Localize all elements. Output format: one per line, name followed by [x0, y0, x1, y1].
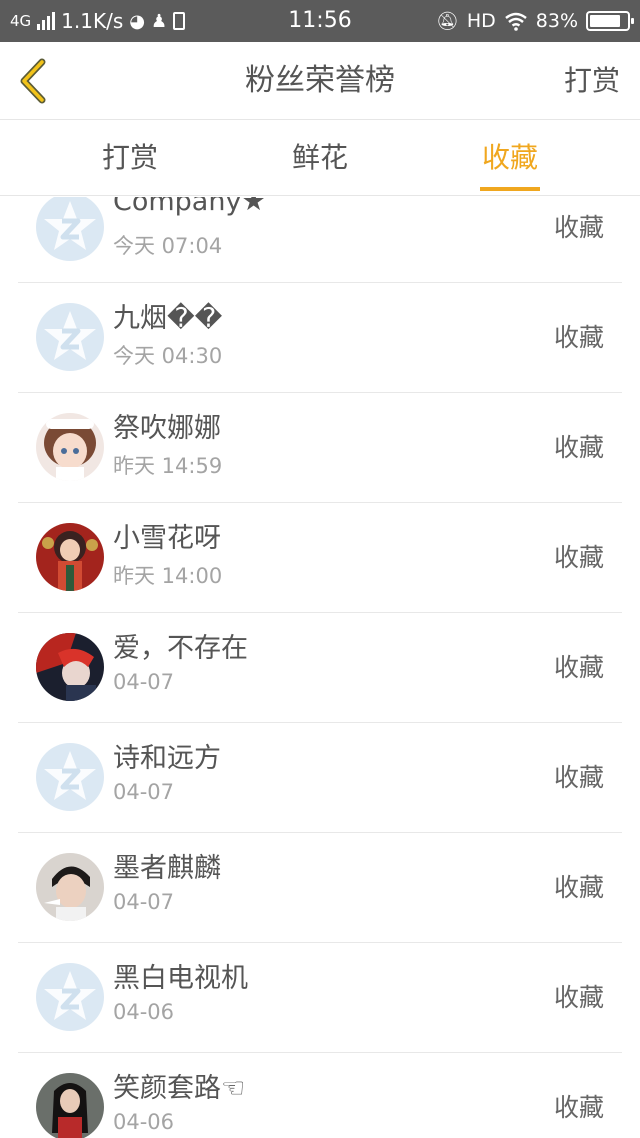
hd-indicator: HD	[466, 10, 496, 32]
title-bar: 粉丝荣誉榜 打赏	[0, 42, 640, 120]
tab-flowers[interactable]: 鲜花	[260, 120, 380, 196]
list-item[interactable]: 诗和远方 04-07 收藏	[18, 723, 622, 833]
action-type: 收藏	[553, 1093, 604, 1122]
red-costume-avatar	[36, 523, 104, 591]
default-avatar-icon	[44, 201, 96, 250]
battery-icon	[586, 11, 634, 31]
list-item[interactable]: 笑颜套路☜ 04-06 收藏	[18, 1053, 622, 1138]
action-type: 收藏	[553, 653, 604, 682]
list-item[interactable]: 墨者麒麟 04-07 收藏	[18, 833, 622, 943]
default-avatar-icon	[44, 751, 96, 800]
action-type: 收藏	[553, 983, 604, 1012]
fan-time: 04-06	[113, 1110, 175, 1134]
fan-name: Company★	[113, 197, 266, 217]
fan-name: 爱，不存在	[113, 633, 248, 664]
avatar	[36, 1073, 104, 1138]
avatar	[36, 743, 104, 811]
tab-reward-label: 打赏	[101, 141, 158, 174]
fan-time: 04-07	[113, 670, 175, 694]
wifi-icon	[504, 12, 527, 31]
tab-reward[interactable]: 打赏	[70, 120, 190, 196]
active-tab-indicator	[480, 187, 540, 191]
list-item[interactable]: 爱，不存在 04-07 收藏	[18, 613, 622, 723]
fan-name: 墨者麒麟	[113, 853, 221, 884]
fan-time: 04-06	[113, 1000, 175, 1024]
fan-time: 昨天 14:59	[113, 454, 223, 478]
action-type: 收藏	[553, 543, 604, 572]
avatar	[36, 413, 104, 481]
list-item[interactable]: 小雪花呀 昨天 14:00 收藏	[18, 503, 622, 613]
list-item[interactable]: 九烟�� 今天 04:30 收藏	[18, 283, 622, 393]
avatar	[36, 197, 104, 261]
woman-portrait-avatar	[36, 1073, 104, 1138]
status-right: 🔕︎ HD 83%	[435, 0, 634, 42]
avatar	[36, 963, 104, 1031]
fan-list[interactable]: Company★ 今天 07:04 收藏 九烟�� 今天 04:30 收藏 祭吹…	[0, 197, 640, 1138]
avatar	[36, 303, 104, 371]
list-item[interactable]: Company★ 今天 07:04 收藏	[18, 197, 622, 283]
reward-button[interactable]: 打赏	[564, 42, 620, 120]
anime-girl-avatar	[36, 413, 104, 481]
action-type: 收藏	[553, 873, 604, 902]
page-title: 粉丝荣誉榜	[245, 63, 395, 98]
battery-percent: 83%	[535, 10, 578, 32]
mute-bell-icon: 🔕︎	[435, 10, 459, 32]
young-man-avatar	[36, 853, 104, 921]
fan-time: 昨天 14:00	[113, 564, 223, 588]
avatar	[36, 523, 104, 591]
fan-time: 04-07	[113, 780, 175, 804]
action-type: 收藏	[553, 763, 604, 792]
fan-name: 诗和远方	[113, 743, 221, 774]
action-type: 收藏	[553, 323, 604, 352]
fan-name: 笑颜套路☜	[113, 1073, 246, 1104]
list-item[interactable]: 黑白电视机 04-06 收藏	[18, 943, 622, 1053]
tab-bar: 打赏 鲜花 收藏	[0, 120, 640, 196]
red-hair-avatar	[36, 633, 104, 701]
fan-time: 04-07	[113, 890, 175, 914]
avatar	[36, 633, 104, 701]
fan-time: 今天 07:04	[113, 234, 223, 258]
fan-name: 九烟��	[113, 303, 223, 334]
fan-name: 祭吹娜娜	[113, 413, 221, 444]
default-avatar-icon	[44, 311, 96, 360]
action-type: 收藏	[553, 433, 604, 462]
fan-name: 黑白电视机	[113, 963, 248, 994]
tab-favorites-label: 收藏	[481, 141, 538, 174]
fan-name: 小雪花呀	[113, 523, 221, 554]
status-bar: 4G 1.1K/s ◕ ♟ 11:56 🔕︎ HD 83%	[0, 0, 640, 42]
default-avatar-icon	[44, 971, 96, 1020]
fan-time: 今天 04:30	[113, 344, 223, 368]
action-type: 收藏	[553, 213, 604, 242]
tab-favorites[interactable]: 收藏	[450, 120, 570, 196]
tab-flowers-label: 鲜花	[291, 141, 348, 174]
list-item[interactable]: 祭吹娜娜 昨天 14:59 收藏	[18, 393, 622, 503]
avatar	[36, 853, 104, 921]
